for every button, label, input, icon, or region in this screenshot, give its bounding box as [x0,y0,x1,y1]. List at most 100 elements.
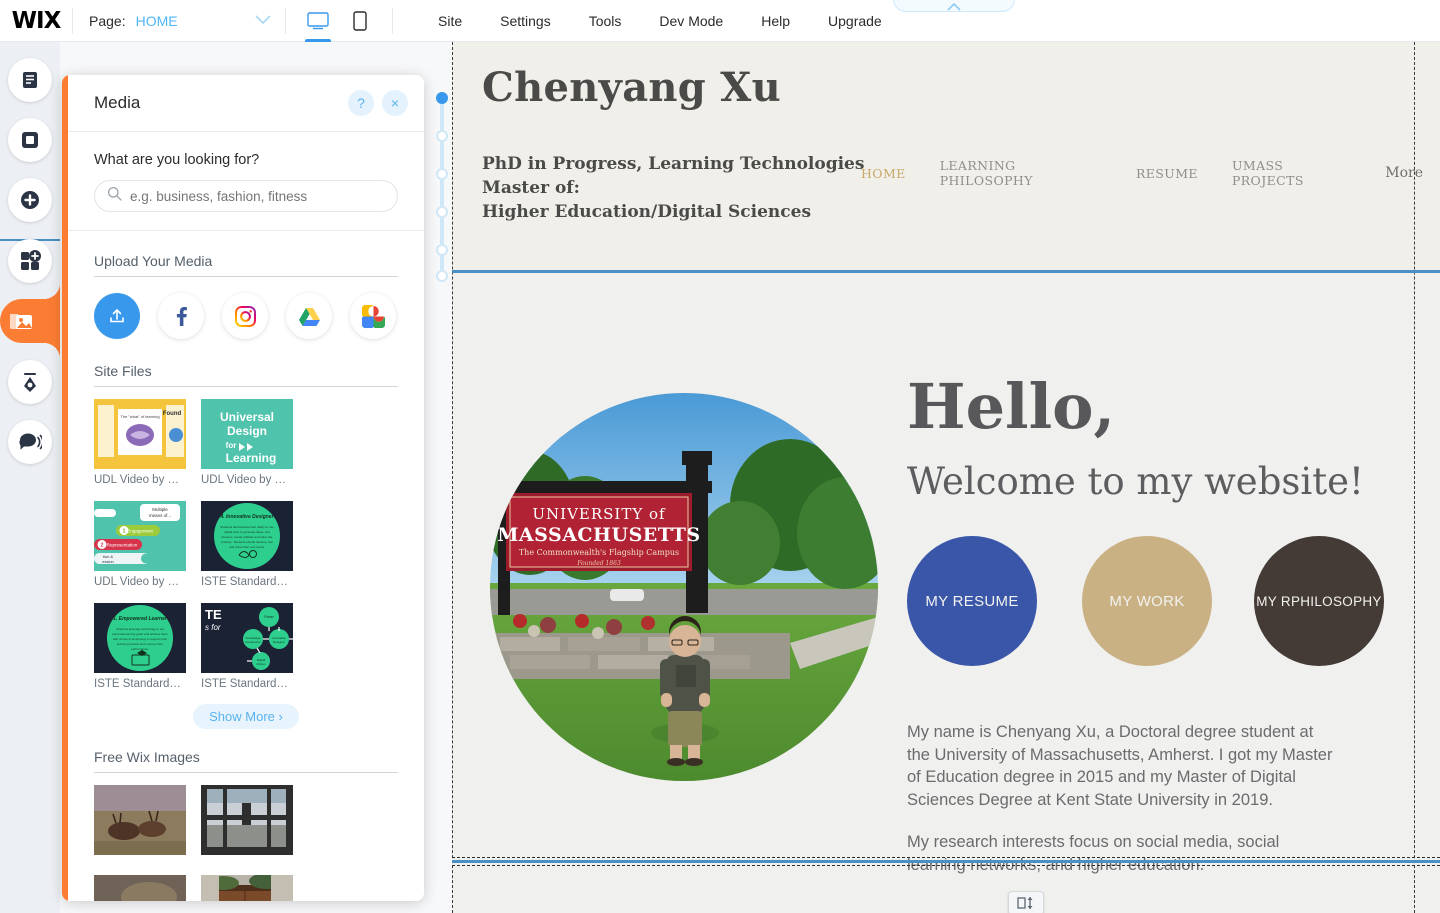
media-item[interactable] [201,875,293,901]
slider-knob-3[interactable] [436,168,448,180]
nav-item-learning-philosophy[interactable]: LEARNING PHILOSOPHY [923,158,1119,188]
window-photo-art [201,785,293,855]
upload-media-button[interactable] [94,293,140,339]
media-item[interactable]: Universal Design for Learning UDL Video … [201,399,293,486]
media-thumbnail: Universal Design for Learning [201,399,293,469]
media-item[interactable]: 1. Empowered Learner Students leverage t… [94,603,186,690]
media-caption: UDL Video by … [201,474,287,486]
upload-section-title: Upload Your Media [94,253,398,277]
menu-tools[interactable]: Tools [570,0,641,42]
svg-text:Students leverage technology t: Students leverage technology to set [116,627,164,631]
campus-photo-illustration: UNIVERSITY of MASSACHUSETTS The Commonwe… [490,393,878,781]
media-thumbnail [94,785,186,855]
section-resize-handle[interactable] [1008,891,1044,913]
guide-line-right [1414,42,1415,913]
hero-body-text[interactable]: My name is Chenyang Xu, a Doctoral degre… [907,721,1337,876]
media-item[interactable] [201,785,293,860]
hero-section[interactable]: UNIVERSITY of MASSACHUSETTS The Commonwe… [452,273,1440,874]
slider-knob-4[interactable] [436,206,448,218]
upload-icon [110,309,124,323]
nav-item-home[interactable]: HOME [844,166,923,181]
sidebar-item-background[interactable] [8,118,52,162]
media-thumbnail: TE s for Power Knowledge Constructor Inn… [201,603,293,673]
media-caption: UDL Video by … [94,576,180,588]
media-item[interactable]: Multiple means of... 1 Engagement 2 Repr… [94,501,186,588]
slider-knob-5[interactable] [436,244,448,256]
search-icon [107,186,122,206]
desktop-view-button[interactable] [302,0,334,42]
help-button[interactable]: ? [348,90,374,116]
svg-text:Citizen: Citizen [256,662,266,666]
site-owner-subtitle: PhD in Progress, Learning Technologies M… [482,152,864,224]
google-drive-source-button[interactable] [286,293,332,339]
udl-teal-art: Universal Design for Learning [201,399,293,469]
media-item[interactable]: TE s for Power Knowledge Constructor Inn… [201,603,293,690]
collapsed-toolbar-tab[interactable] [893,0,1015,12]
sidebar-item-chat[interactable] [8,420,52,464]
media-item[interactable] [94,785,186,860]
search-field[interactable] [94,180,398,212]
svg-text:Engagement: Engagement [127,529,153,534]
slider-knob-2[interactable] [436,130,448,142]
media-caption: ISTE Standard… [201,576,288,588]
wix-logo[interactable]: WIX [0,0,72,42]
media-item[interactable] [94,875,186,901]
media-thumbnail [201,875,293,901]
svg-text:4. Innovative Designer: 4. Innovative Designer [219,514,274,520]
facebook-icon [176,307,187,326]
media-item[interactable]: The "what" of learning Found UDL Video b… [94,399,186,486]
media-item[interactable]: 4. Innovative Designer Students demonstr… [201,501,293,588]
panel-accent-bar [62,75,68,901]
menu-dev-mode[interactable]: Dev Mode [640,0,742,42]
divider [392,7,393,34]
sidebar-item-add-apps[interactable] [8,239,52,283]
svg-text:The Commonwealth's Flagship Ca: The Commonwealth's Flagship Campus [519,548,679,557]
hero-heading: Hello, [907,370,1116,443]
site-files-title: Site Files [94,363,398,387]
svg-text:1: 1 [123,529,126,535]
nav-item-more[interactable]: More [1368,165,1440,181]
sidebar-item-blog[interactable] [8,360,52,404]
menu-upgrade[interactable]: Upgrade [809,0,901,42]
slider-knob-1[interactable] [436,92,448,104]
facebook-source-button[interactable] [158,293,204,339]
svg-text:performance.: performance. [131,647,149,651]
mobile-view-button[interactable] [344,0,376,42]
panel-position-slider[interactable] [434,92,450,282]
show-more-button[interactable]: Show More › [193,704,299,729]
circle-button-my-rphilosophy[interactable]: MY RPHILOSOPHY [1254,536,1384,666]
close-button[interactable]: × [382,90,408,116]
menu-site[interactable]: Site [419,0,481,42]
svg-text:Designer: Designer [273,640,285,644]
sidebar-item-add[interactable] [8,178,52,222]
page-selector[interactable]: Page: HOME [73,0,285,42]
sidebar-item-my-uploads[interactable] [0,283,60,359]
udl-yellow-art: The "what" of learning Found [94,399,186,469]
svg-text:Power: Power [264,615,274,619]
svg-text:Multiple: Multiple [152,507,168,512]
menu-help[interactable]: Help [742,0,809,42]
section-divider-header[interactable] [452,270,1440,273]
search-question: What are you looking for? [94,152,260,168]
profile-photo[interactable]: UNIVERSITY of MASSACHUSETTS The Commonwe… [490,393,878,781]
svg-text:digital tools to generate idea: digital tools to generate ideas, test [224,530,270,534]
svg-text:problem. Students should devel: problem. Students should develop, test [221,540,273,544]
svg-text:Constructor: Constructor [245,640,261,644]
iste-map-art: TE s for Power Knowledge Constructor Inn… [201,603,293,673]
nav-item-umass-projects[interactable]: UMASS PROJECTS [1215,158,1368,188]
menu-settings[interactable]: Settings [481,0,570,42]
google-photos-source-button[interactable] [350,293,396,339]
slider-knob-6[interactable] [436,270,448,282]
svg-text:ession: ession [102,559,114,564]
sidebar-item-menus-pages[interactable] [8,58,52,102]
circle-button-my-resume[interactable]: MY RESUME [907,536,1037,666]
circle-button-my-work[interactable]: MY WORK [1082,536,1212,666]
section-divider-body[interactable] [452,860,1440,863]
instagram-source-button[interactable] [222,293,268,339]
search-input[interactable] [130,188,385,204]
media-caption: ISTE Standard… [201,678,288,690]
media-thumbnail: 4. Innovative Designer Students demonstr… [201,501,293,571]
nav-item-resume[interactable]: RESUME [1119,166,1215,181]
site-header-section[interactable]: Chenyang Xu PhD in Progress, Learning Te… [452,42,1440,270]
svg-text:Representation: Representation [107,543,138,548]
